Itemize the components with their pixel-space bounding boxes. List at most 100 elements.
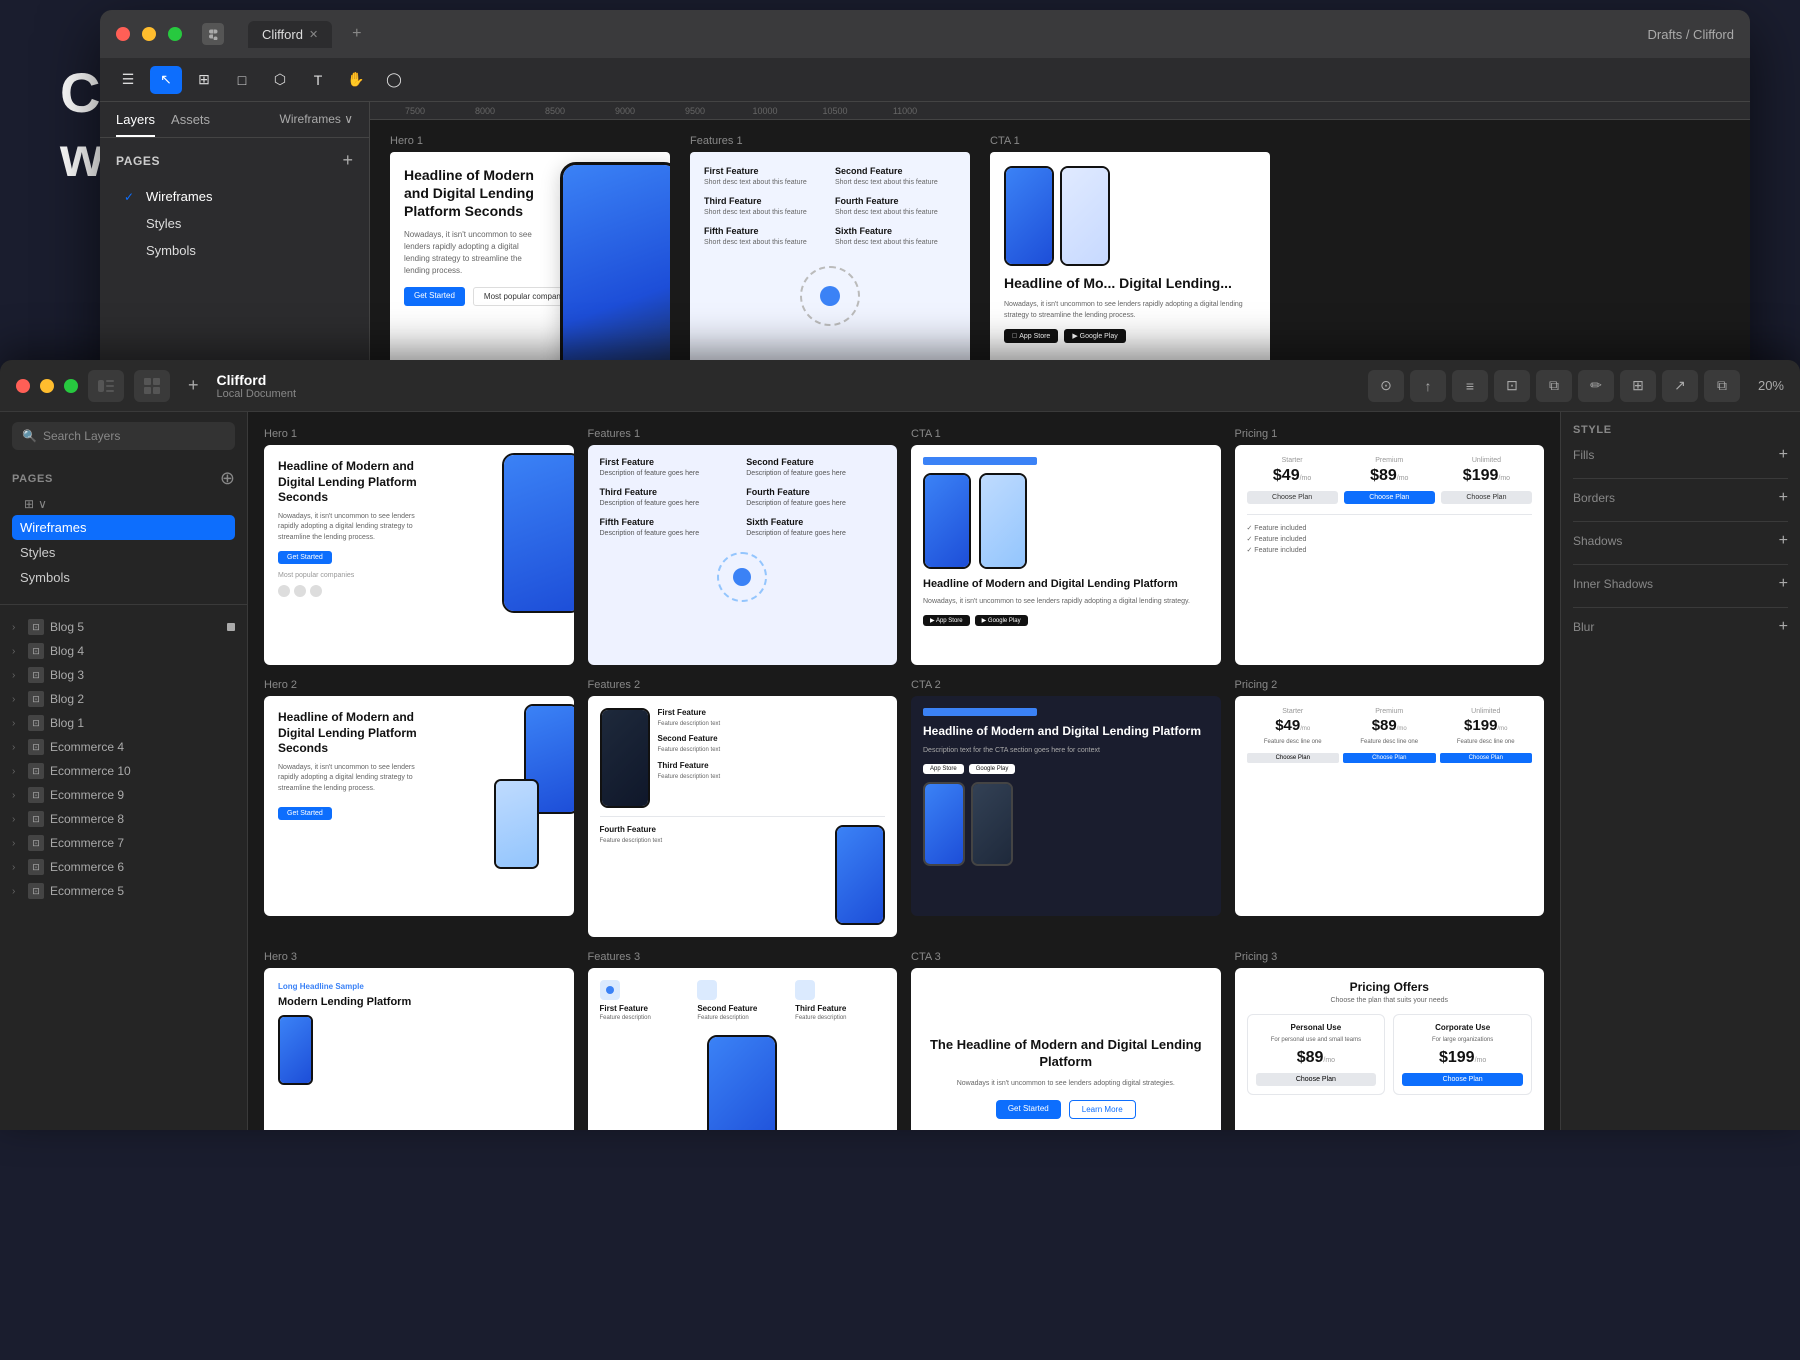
frame-tool[interactable]: ⊞ <box>188 66 220 94</box>
list-item[interactable]: › ⊡ Ecommerce 6 <box>0 855 247 879</box>
pen-tool[interactable]: ⬡ <box>264 66 296 94</box>
fullscreen-button[interactable] <box>168 27 182 41</box>
hero1-phone-mockup <box>502 453 574 613</box>
assets-tab[interactable]: Assets <box>171 112 210 137</box>
share-icon-btn[interactable]: ↗ <box>1662 370 1698 402</box>
pages-section-label: Pages <box>12 473 53 485</box>
pages-toggle-btn[interactable]: ⊞∨ <box>24 497 47 511</box>
select-tool[interactable]: ↖ <box>150 66 182 94</box>
cta2-appstore[interactable]: App Store <box>923 764 964 774</box>
list-item[interactable]: › ⊡ Ecommerce 8 <box>0 807 247 831</box>
view-toggle-button[interactable] <box>134 370 170 402</box>
hero1-frame[interactable]: Headline of Modern and Digital Lending P… <box>264 445 574 665</box>
list-item[interactable]: › ⊡ Ecommerce 4 <box>0 735 247 759</box>
page-symbols[interactable]: Symbols <box>116 237 353 264</box>
unlimited-btn[interactable]: Choose Plan <box>1441 491 1532 504</box>
minimize-button[interactable] <box>142 27 156 41</box>
page-symbols-item[interactable]: Symbols <box>12 565 235 590</box>
list-item[interactable]: › ⊡ Ecommerce 9 <box>0 783 247 807</box>
page-wireframes-item[interactable]: Wireframes <box>12 515 235 540</box>
cta3-primary-btn[interactable]: Get Started <box>996 1100 1061 1119</box>
pricing3-personal-btn[interactable]: Choose Plan <box>1256 1073 1377 1086</box>
cta1-frame[interactable]: Headline of Modern and Digital Lending P… <box>911 445 1221 665</box>
hand-tool[interactable]: ✋ <box>340 66 372 94</box>
googleplay-badge[interactable]: ▶ Google Play <box>975 615 1028 626</box>
pricing3-frame[interactable]: Pricing Offers Choose the plan that suit… <box>1235 968 1545 1130</box>
premium-btn[interactable]: Choose Plan <box>1344 491 1435 504</box>
pricing1-frame[interactable]: Starter $49/mo Choose Plan Premium $89/m… <box>1235 445 1545 665</box>
page-styles-item[interactable]: Styles <box>12 540 235 565</box>
blur-label: Blur <box>1573 620 1594 634</box>
shape-tool[interactable]: □ <box>226 66 258 94</box>
add-page-btn[interactable]: ⊕ <box>220 468 235 489</box>
comment-tool[interactable]: ◯ <box>378 66 410 94</box>
sketch-minimize-button[interactable] <box>40 379 54 393</box>
features2-frame[interactable]: First Feature Feature description text S… <box>588 696 898 937</box>
appstore-badge[interactable]: ▶ App Store <box>923 615 970 626</box>
cta2-frame[interactable]: Headline of Modern and Digital Lending P… <box>911 696 1221 916</box>
shadows-add-icon[interactable]: + <box>1779 532 1788 550</box>
page-wireframes[interactable]: ✓ Wireframes <box>116 183 353 210</box>
hero1-get-started-btn[interactable]: Get Started <box>278 551 332 564</box>
pricing2-unlimited-btn[interactable]: Choose Plan <box>1440 753 1533 763</box>
sketch-close-button[interactable] <box>16 379 30 393</box>
feature-item-back: Third Feature Short desc text about this… <box>704 196 825 216</box>
close-button[interactable] <box>116 27 130 41</box>
hero2-frame[interactable]: Headline of Modern and Digital Lending P… <box>264 696 574 916</box>
hero2-btn[interactable]: Get Started <box>278 807 332 820</box>
add-icon[interactable]: + <box>188 375 199 396</box>
add-frame-area[interactable]: + <box>188 375 199 396</box>
inner-shadows-section: Inner Shadows + <box>1573 575 1788 593</box>
sidebar-toggle-button[interactable] <box>88 370 124 402</box>
cta2-googleplay[interactable]: Google Play <box>969 764 1016 774</box>
text-tool[interactable]: T <box>302 66 334 94</box>
layers-tab[interactable]: Layers <box>116 112 155 137</box>
page-styles[interactable]: Styles <box>116 210 353 237</box>
cta3-frame[interactable]: The Headline of Modern and Digital Lendi… <box>911 968 1221 1130</box>
hero3-tag: Long Headline Sample <box>278 982 560 991</box>
pricing2-frame[interactable]: Starter $49/mo Feature desc line one Cho… <box>1235 696 1545 916</box>
list-item[interactable]: › ⊡ Blog 4 <box>0 639 247 663</box>
blur-add-icon[interactable]: + <box>1779 618 1788 636</box>
features3-frame[interactable]: First Feature Feature description Second… <box>588 968 898 1130</box>
filter-icon-btn[interactable]: ≡ <box>1452 370 1488 402</box>
add-page-button[interactable]: + <box>342 150 353 171</box>
hamburger-button[interactable]: ☰ <box>112 66 144 94</box>
list-item[interactable]: › ⊡ Blog 1 <box>0 711 247 735</box>
pricing3-corporate-btn[interactable]: Choose Plan <box>1402 1073 1523 1086</box>
target-icon-btn[interactable]: ⊙ <box>1368 370 1404 402</box>
features1-frame[interactable]: First Feature Description of feature goe… <box>588 445 898 665</box>
starter-btn[interactable]: Choose Plan <box>1247 491 1338 504</box>
feature-item-back: Second Feature Short desc text about thi… <box>835 166 956 186</box>
copy-icon-btn[interactable]: ⧉ <box>1536 370 1572 402</box>
pricing2-starter-btn[interactable]: Choose Plan <box>1247 753 1340 763</box>
list-item[interactable]: › ⊡ Ecommerce 5 <box>0 879 247 903</box>
tab-close-icon[interactable]: ✕ <box>309 28 318 41</box>
crop-icon-btn[interactable]: ⊡ <box>1494 370 1530 402</box>
list-item[interactable]: › ⊡ Ecommerce 10 <box>0 759 247 783</box>
list-item[interactable]: › ⊡ Blog 3 <box>0 663 247 687</box>
figma-tab[interactable]: Clifford ✕ <box>248 21 332 48</box>
sketch-fullscreen-button[interactable] <box>64 379 78 393</box>
pen-icon-btn[interactable]: ✏ <box>1578 370 1614 402</box>
borders-add-icon[interactable]: + <box>1779 489 1788 507</box>
hero3-frame[interactable]: Long Headline Sample Modern Lending Plat… <box>264 968 574 1130</box>
inner-shadows-add-icon[interactable]: + <box>1779 575 1788 593</box>
pricing3-header: Pricing Offers Choose the plan that suit… <box>1247 980 1533 1004</box>
frame-icon-btn[interactable]: ⊞ <box>1620 370 1656 402</box>
cta3-secondary-btn[interactable]: Learn More <box>1069 1100 1136 1119</box>
page-symbols-sketch-label: Symbols <box>20 570 70 585</box>
new-tab-button[interactable]: + <box>352 25 361 43</box>
ruler: 7500 8000 8500 9000 9500 10000 10500 110… <box>370 102 1750 120</box>
fills-add-icon[interactable]: + <box>1779 446 1788 464</box>
pricing2-premium-btn[interactable]: Choose Plan <box>1343 753 1436 763</box>
search-box[interactable]: 🔍 Search Layers <box>12 422 235 450</box>
upload-icon-btn[interactable]: ↑ <box>1410 370 1446 402</box>
figma-titlebar: Clifford ✕ + Drafts / Clifford <box>100 10 1750 58</box>
copy2-icon-btn[interactable]: ⧉ <box>1704 370 1740 402</box>
list-item[interactable]: › ⊡ Blog 2 <box>0 687 247 711</box>
list-item[interactable]: › ⊡ Blog 5 <box>0 615 247 639</box>
list-item[interactable]: › ⊡ Ecommerce 7 <box>0 831 247 855</box>
collapse-arrow-icon: › <box>12 766 22 777</box>
wireframes-dropdown[interactable]: Wireframes ∨ <box>280 112 353 137</box>
